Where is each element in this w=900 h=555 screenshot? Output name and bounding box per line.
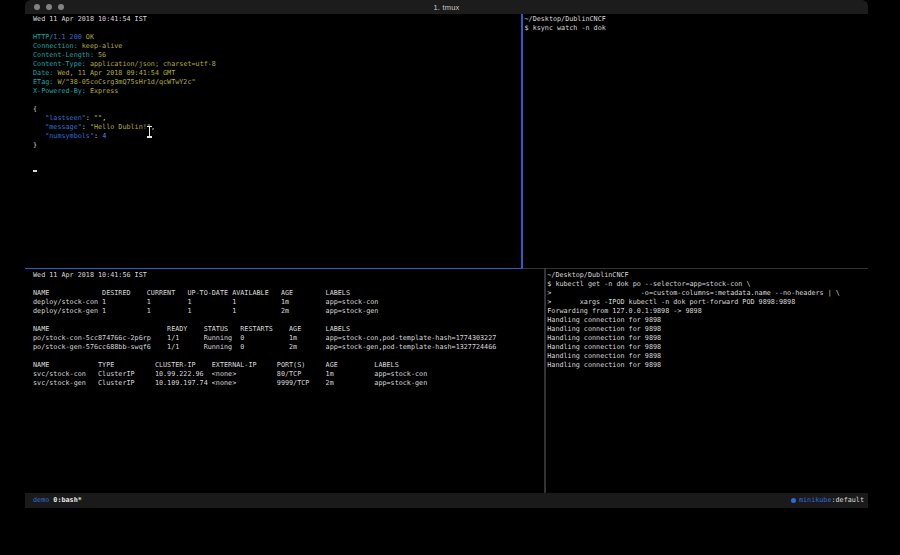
- tmux-status-bar: demo 0:bash* minikube :default: [25, 493, 868, 508]
- terminal-line: Wed 11 Apr 2018 10:41:54 IST: [33, 15, 216, 24]
- terminal-line: "numsymbols": 4: [33, 132, 216, 141]
- minimize-button[interactable]: [46, 4, 53, 11]
- terminal-line: Content-Type: application/json; charset=…: [33, 60, 216, 69]
- terminal-line: po/stock-gen-576cc688bb-swqf6 1/1 Runnin…: [33, 343, 496, 352]
- terminal-line: Handling connection for 9898: [547, 343, 840, 352]
- terminal-line: ~/Desktop/DublinCNCF: [525, 15, 606, 24]
- terminal-line: {: [33, 105, 216, 114]
- close-button[interactable]: [34, 4, 41, 11]
- ibeam-pointer-icon: [146, 126, 153, 138]
- terminal-line: ~/Desktop/DublinCNCF: [547, 271, 840, 280]
- terminal-line: Content-Length: 56: [33, 51, 216, 60]
- terminal-line: Wed 11 Apr 2018 10:41:56 IST: [33, 271, 496, 280]
- terminal-line: po/stock-con-5cc874766c-2p6rp 1/1 Runnin…: [33, 334, 496, 343]
- terminal-line: svc/stock-gen ClusterIP 10.109.197.74 <n…: [33, 379, 496, 388]
- terminal-line: [33, 316, 496, 325]
- pane-divider-horizontal-right[interactable]: [523, 268, 869, 270]
- status-left: demo 0:bash*: [33, 493, 82, 508]
- window-tab[interactable]: 0:bash*: [53, 496, 81, 504]
- terminal-line: > xargs -IPOD kubectl -n dok port-forwar…: [547, 298, 840, 307]
- kubernetes-icon: [791, 498, 797, 504]
- terminal-line: NAME TYPE CLUSTER-IP EXTERNAL-IP PORT(S)…: [33, 361, 496, 370]
- terminal-line: [33, 96, 216, 105]
- terminal-line: [33, 352, 496, 361]
- terminal-line: Forwarding from 127.0.0.1:9898 -> 9898: [547, 307, 840, 316]
- session-name: demo: [33, 496, 53, 504]
- terminal-line: > -o=custom-columns=:metadata.name --no-…: [547, 289, 840, 298]
- terminal-line: }: [33, 141, 216, 150]
- terminal-line: Handling connection for 9898: [547, 334, 840, 343]
- pane-bottom-right[interactable]: ~/Desktop/DublinCNCF$ kubectl get -n dok…: [547, 271, 840, 370]
- terminal-window: 1. tmux Wed 11 Apr 2018 10:41:54 IST HTT…: [25, 0, 868, 508]
- terminal-line: Handling connection for 9898: [547, 316, 840, 325]
- terminal-line: $ kubectl get -n dok po --selector=app=s…: [547, 280, 840, 289]
- terminal-line: $ ksync watch -n dok: [525, 24, 606, 33]
- terminal-line: deploy/stock-con 1 1 1 1 1m app=stock-co…: [33, 298, 496, 307]
- zoom-button[interactable]: [58, 4, 65, 11]
- terminal-line: "lastseen": "",: [33, 114, 216, 123]
- terminal-line: HTTP/1.1 200 OK: [33, 33, 216, 42]
- terminal-line: deploy/stock-gen 1 1 1 1 2m app=stock-ge…: [33, 307, 496, 316]
- pane-divider-vertical-bottom[interactable]: [544, 269, 546, 493]
- terminal-line: Handling connection for 9898: [547, 352, 840, 361]
- terminal-line: NAME READY STATUS RESTARTS AGE LABELS: [33, 325, 496, 334]
- pane-bottom-left[interactable]: Wed 11 Apr 2018 10:41:56 IST NAME DESIRE…: [33, 271, 496, 388]
- kube-namespace: :default: [831, 493, 864, 508]
- terminal-line: svc/stock-con ClusterIP 10.99.222.96 <no…: [33, 370, 496, 379]
- pane-top-right[interactable]: ~/Desktop/DublinCNCF$ ksync watch -n dok: [525, 15, 606, 33]
- pane-divider-vertical-top[interactable]: [521, 14, 523, 269]
- terminal-line: [33, 24, 216, 33]
- pane-divider-horizontal-left[interactable]: [25, 268, 523, 270]
- terminal-line: Connection: keep-alive: [33, 42, 216, 51]
- terminal-line: "message": "Hello Dublin!",: [33, 123, 216, 132]
- window-title: 1. tmux: [434, 3, 460, 12]
- terminal-line: [33, 280, 496, 289]
- window-title-bar[interactable]: 1. tmux: [25, 0, 868, 14]
- terminal-line: NAME DESIRED CURRENT UP-TO-DATE AVAILABL…: [33, 289, 496, 298]
- terminal-line: Handling connection for 9898: [547, 325, 840, 334]
- kube-context: minikube: [799, 493, 832, 508]
- kube-status: minikube :default: [791, 493, 864, 508]
- terminal-line: X-Powered-By: Express: [33, 87, 216, 96]
- terminal-line: ETag: W/"38-05coCsrg3mQ75sHr1d/qcWTwY2c": [33, 78, 216, 87]
- terminal-cursor: [33, 170, 37, 172]
- pane-top-left[interactable]: Wed 11 Apr 2018 10:41:54 IST HTTP/1.1 20…: [33, 15, 216, 150]
- terminal-line: Date: Wed, 11 Apr 2018 09:41:54 GMT: [33, 69, 216, 78]
- terminal-line: Handling connection for 9898: [547, 361, 840, 370]
